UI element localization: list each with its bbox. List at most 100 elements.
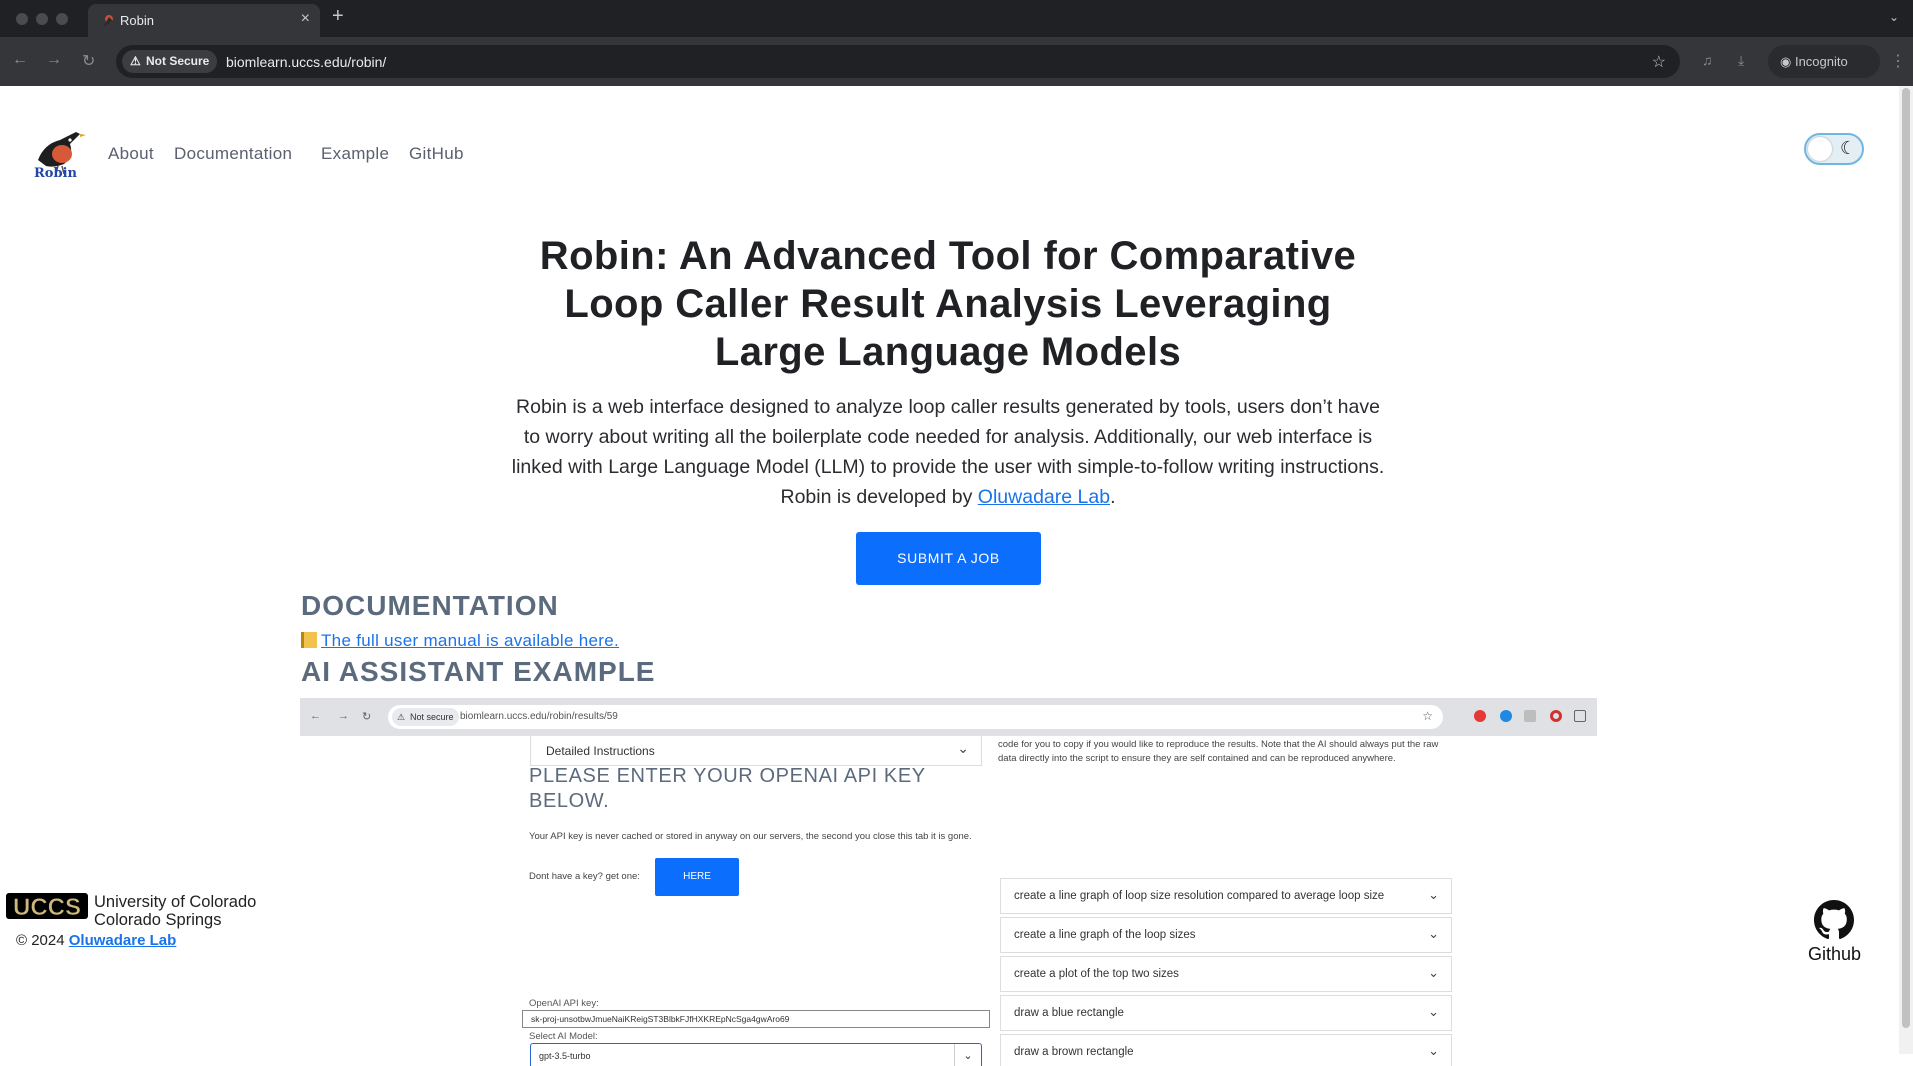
address-bar[interactable]: ⚠ Not Secure biomlearn.uccs.edu/robin/ ☆ <box>116 45 1680 78</box>
url-text[interactable]: biomlearn.uccs.edu/robin/ <box>226 54 386 70</box>
embed-model-select: gpt-3.5-turbo ⌄ <box>530 1043 982 1066</box>
warning-icon: ⚠ <box>130 54 141 68</box>
university-line-2: Colorado Springs <box>94 911 222 929</box>
incognito-icon: ◉ <box>1780 54 1792 69</box>
security-label: Not Secure <box>146 54 210 68</box>
embed-api-heading: PLEASE ENTER YOUR OPENAI API KEY BELOW. <box>529 765 926 812</box>
user-manual-link-text: The full user manual is available here. <box>321 631 620 650</box>
oluwadare-lab-link[interactable]: Oluwadare Lab <box>978 486 1110 508</box>
embed-warning-icon: ⚠ <box>397 712 406 722</box>
university-name: University of Colorado Colorado Springs <box>94 893 256 929</box>
ai-assistant-heading: AI ASSISTANT EXAMPLE <box>301 656 656 687</box>
embed-get-key-text: Dont have a key? get one: <box>529 871 640 882</box>
documentation-heading: DOCUMENTATION <box>301 590 559 621</box>
forward-icon[interactable]: → <box>46 51 62 69</box>
embed-accordion-item: create a plot of the top two sizes ⌄ <box>1000 956 1452 992</box>
extension-icon <box>1500 710 1512 722</box>
hero-period: . <box>1110 486 1116 508</box>
embed-accordion-label: draw a blue rectangle <box>1014 1007 1124 1019</box>
incognito-chip[interactable]: ◉ Incognito <box>1768 45 1880 78</box>
hero-description: Robin is a web interface designed to ana… <box>510 392 1386 512</box>
nav-about[interactable]: About <box>108 144 154 164</box>
chevron-down-icon: ⌄ <box>1428 1004 1439 1019</box>
embed-here-button: HERE <box>655 858 739 896</box>
embed-url: biomlearn.uccs.edu/robin/results/59 <box>460 711 618 722</box>
embed-privacy-note: Your API key is never cached or stored i… <box>529 831 972 842</box>
opera-extension-icon <box>1550 710 1562 722</box>
chevron-down-icon: ⌄ <box>1428 1043 1439 1058</box>
footer-lab-link[interactable]: Oluwadare Lab <box>69 932 177 949</box>
moon-icon: ☾ <box>1840 138 1857 158</box>
tab-title: Robin <box>120 13 154 28</box>
browser-menu-icon[interactable]: ⋮ <box>1890 51 1906 71</box>
incognito-label: Incognito <box>1794 54 1848 69</box>
embed-instructions-select: Detailed Instructions ⌄ <box>530 736 982 766</box>
back-icon[interactable]: ← <box>12 51 28 69</box>
embed-model-label: Select AI Model: <box>529 1031 598 1042</box>
embed-accordion-item: draw a blue rectangle ⌄ <box>1000 995 1452 1031</box>
toggle-knob <box>1808 137 1832 161</box>
chevron-down-icon: ⌄ <box>954 1044 981 1066</box>
tab-search-icon[interactable]: ⌄ <box>1889 10 1899 24</box>
chevron-down-icon: ⌄ <box>1428 887 1439 902</box>
dark-mode-toggle[interactable]: ☾ <box>1804 133 1864 165</box>
university-line-1: University of Colorado <box>94 893 257 911</box>
embed-star-icon: ☆ <box>1422 709 1433 723</box>
notebook-icon <box>301 632 317 648</box>
extension-icon <box>1524 710 1536 722</box>
copyright-text: © 2024 <box>16 932 69 949</box>
copyright: © 2024 Oluwadare Lab <box>16 932 176 949</box>
browser-tabstrip: Robin × + ⌄ <box>0 0 1913 37</box>
download-icon[interactable]: ⤓ <box>1738 52 1744 69</box>
embed-accordion-label: create a line graph of loop size resolut… <box>1014 890 1385 902</box>
embed-key-label: OpenAI API key: <box>529 998 599 1009</box>
uccs-logo-icon[interactable]: UCCS <box>6 891 88 923</box>
embed-model-value: gpt-3.5-turbo <box>539 1051 591 1061</box>
adblock-extension-icon <box>1474 710 1486 722</box>
browser-tab-robin[interactable]: Robin × <box>88 4 320 37</box>
chevron-down-icon: ⌄ <box>1428 926 1439 941</box>
maximize-window-icon[interactable] <box>56 13 68 25</box>
tab-close-icon[interactable]: × <box>301 10 310 28</box>
embed-accordion-label: draw a brown rectangle <box>1014 1046 1134 1058</box>
hero-description-text: Robin is a web interface designed to ana… <box>511 396 1385 508</box>
embed-security-label: Not secure <box>410 712 454 722</box>
github-label[interactable]: Github <box>1808 944 1861 965</box>
nav-github[interactable]: GitHub <box>409 144 464 164</box>
embed-forward-icon: → <box>338 710 349 722</box>
chevron-down-icon: ⌄ <box>957 740 969 756</box>
chevron-down-icon: ⌄ <box>1428 965 1439 980</box>
bookmark-star-icon[interactable]: ☆ <box>1652 52 1666 72</box>
security-chip[interactable]: ⚠ Not Secure <box>122 50 218 73</box>
embed-accordion-item: draw a brown rectangle ⌄ <box>1000 1034 1452 1066</box>
new-tab-button[interactable]: + <box>332 5 344 28</box>
page-scrollbar[interactable] <box>1899 86 1913 1054</box>
nav-documentation[interactable]: Documentation <box>174 144 292 164</box>
reload-icon[interactable]: ↻ <box>82 51 95 71</box>
embed-security-chip: ⚠ Not secure <box>392 708 459 726</box>
logo-text: Robin <box>34 166 77 181</box>
scrollbar-thumb[interactable] <box>1902 88 1910 1028</box>
minimize-window-icon[interactable] <box>36 13 48 25</box>
embed-browser-bar: ← → ↻ ⚠ Not secure biomlearn.uccs.edu/rob… <box>300 698 1597 736</box>
embed-accordion-item: create a line graph of the loop sizes ⌄ <box>1000 917 1452 953</box>
robin-favicon-icon <box>103 15 113 27</box>
close-window-icon[interactable] <box>16 13 28 25</box>
embed-reload-icon: ↻ <box>362 711 372 723</box>
user-manual-link[interactable]: The full user manual is available here. <box>301 631 619 651</box>
embed-back-icon: ← <box>310 710 321 722</box>
embed-api-key-field: sk-proj-unsotbwJmueNaiKReigST3BlbkFJfHXK… <box>522 1010 990 1028</box>
ai-assistant-example-image: ← → ↻ ⚠ Not secure biomlearn.uccs.edu/rob… <box>300 698 1597 1066</box>
submit-job-button[interactable]: SUBMIT A JOB <box>856 532 1041 585</box>
browser-toolbar: ← → ↻ ⚠ Not Secure biomlearn.uccs.edu/ro… <box>0 37 1913 86</box>
embed-accordion-label: create a plot of the top two sizes <box>1014 968 1179 980</box>
page-title: Robin: An Advanced Tool for Comparative … <box>539 234 1357 374</box>
nav-example[interactable]: Example <box>321 144 389 164</box>
embed-accordion-label: create a line graph of the loop sizes <box>1014 929 1196 941</box>
media-control-icon[interactable]: ♫ <box>1702 52 1713 68</box>
page-content: Robin About Documentation Example GitHub… <box>0 86 1899 1066</box>
uccs-logo-text: UCCS <box>13 894 81 921</box>
embed-accordion-item: create a line graph of loop size resolut… <box>1000 878 1452 914</box>
github-icon[interactable] <box>1814 900 1854 940</box>
embed-select-label: Detailed Instructions <box>546 744 655 758</box>
